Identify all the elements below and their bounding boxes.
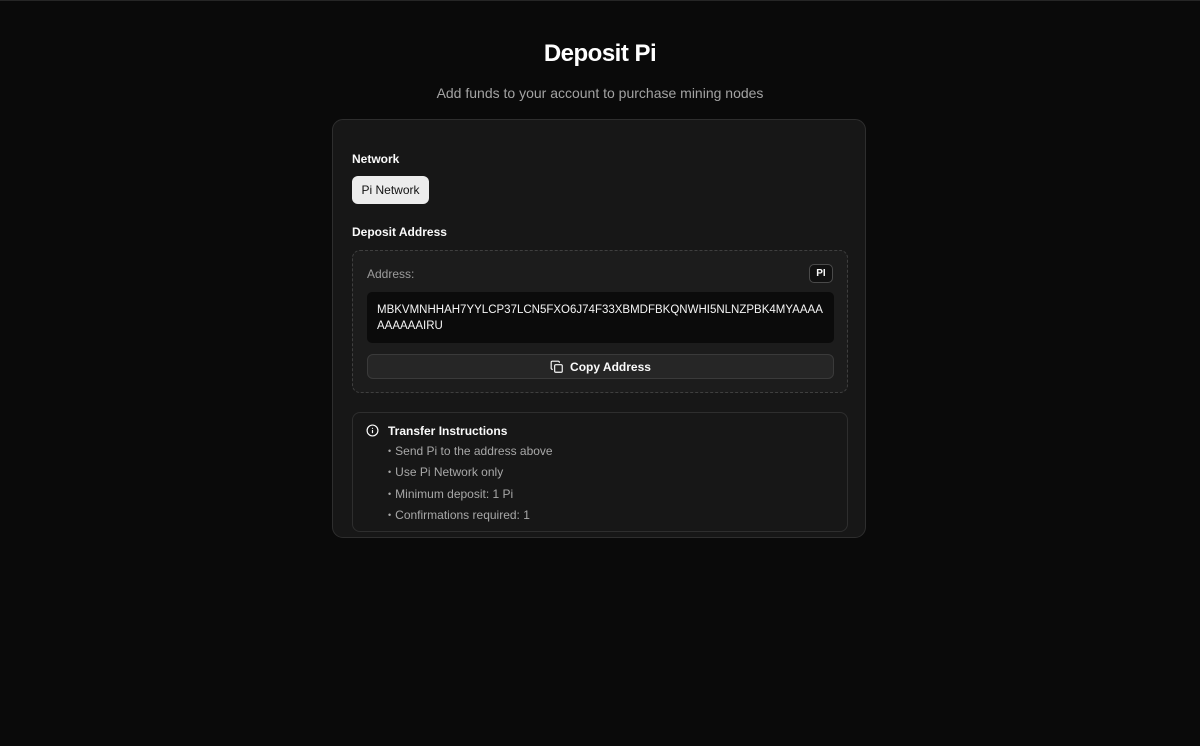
top-border [0,0,1200,1]
list-item: Minimum deposit: 1 Pi [388,484,553,505]
address-caption: Address: [367,267,415,281]
currency-badge: PI [809,264,833,283]
instructions-title: Transfer Instructions [388,424,508,438]
page-title: Deposit Pi [543,40,657,67]
instructions-list: Send Pi to the address above Use Pi Netw… [388,441,553,526]
page-subtitle: Add funds to your account to purchase mi… [436,85,764,101]
network-label: Network [352,152,400,166]
transfer-instructions: Transfer Instructions Send Pi to the add… [352,412,848,532]
list-item: Use Pi Network only [388,462,553,483]
copy-icon [550,360,564,374]
list-item: Confirmations required: 1 [388,505,553,526]
network-option-pi-network[interactable]: Pi Network [352,176,429,204]
deposit-address-box: Address: PI MBKVMNHHAH7YYLCP37LCN5FXO6J7… [352,250,848,393]
copy-address-button[interactable]: Copy Address [367,354,834,379]
deposit-address-label: Deposit Address [352,225,447,239]
copy-address-label: Copy Address [570,359,651,374]
list-item: Send Pi to the address above [388,441,552,462]
deposit-card: Network Pi Network Deposit Address Addre… [332,119,866,538]
page-header: Deposit Pi Add funds to your account to … [0,40,1200,102]
deposit-address-value[interactable]: MBKVMNHHAH7YYLCP37LCN5FXO6J74F33XBMDFBKQ… [367,292,834,343]
info-icon [366,424,379,437]
